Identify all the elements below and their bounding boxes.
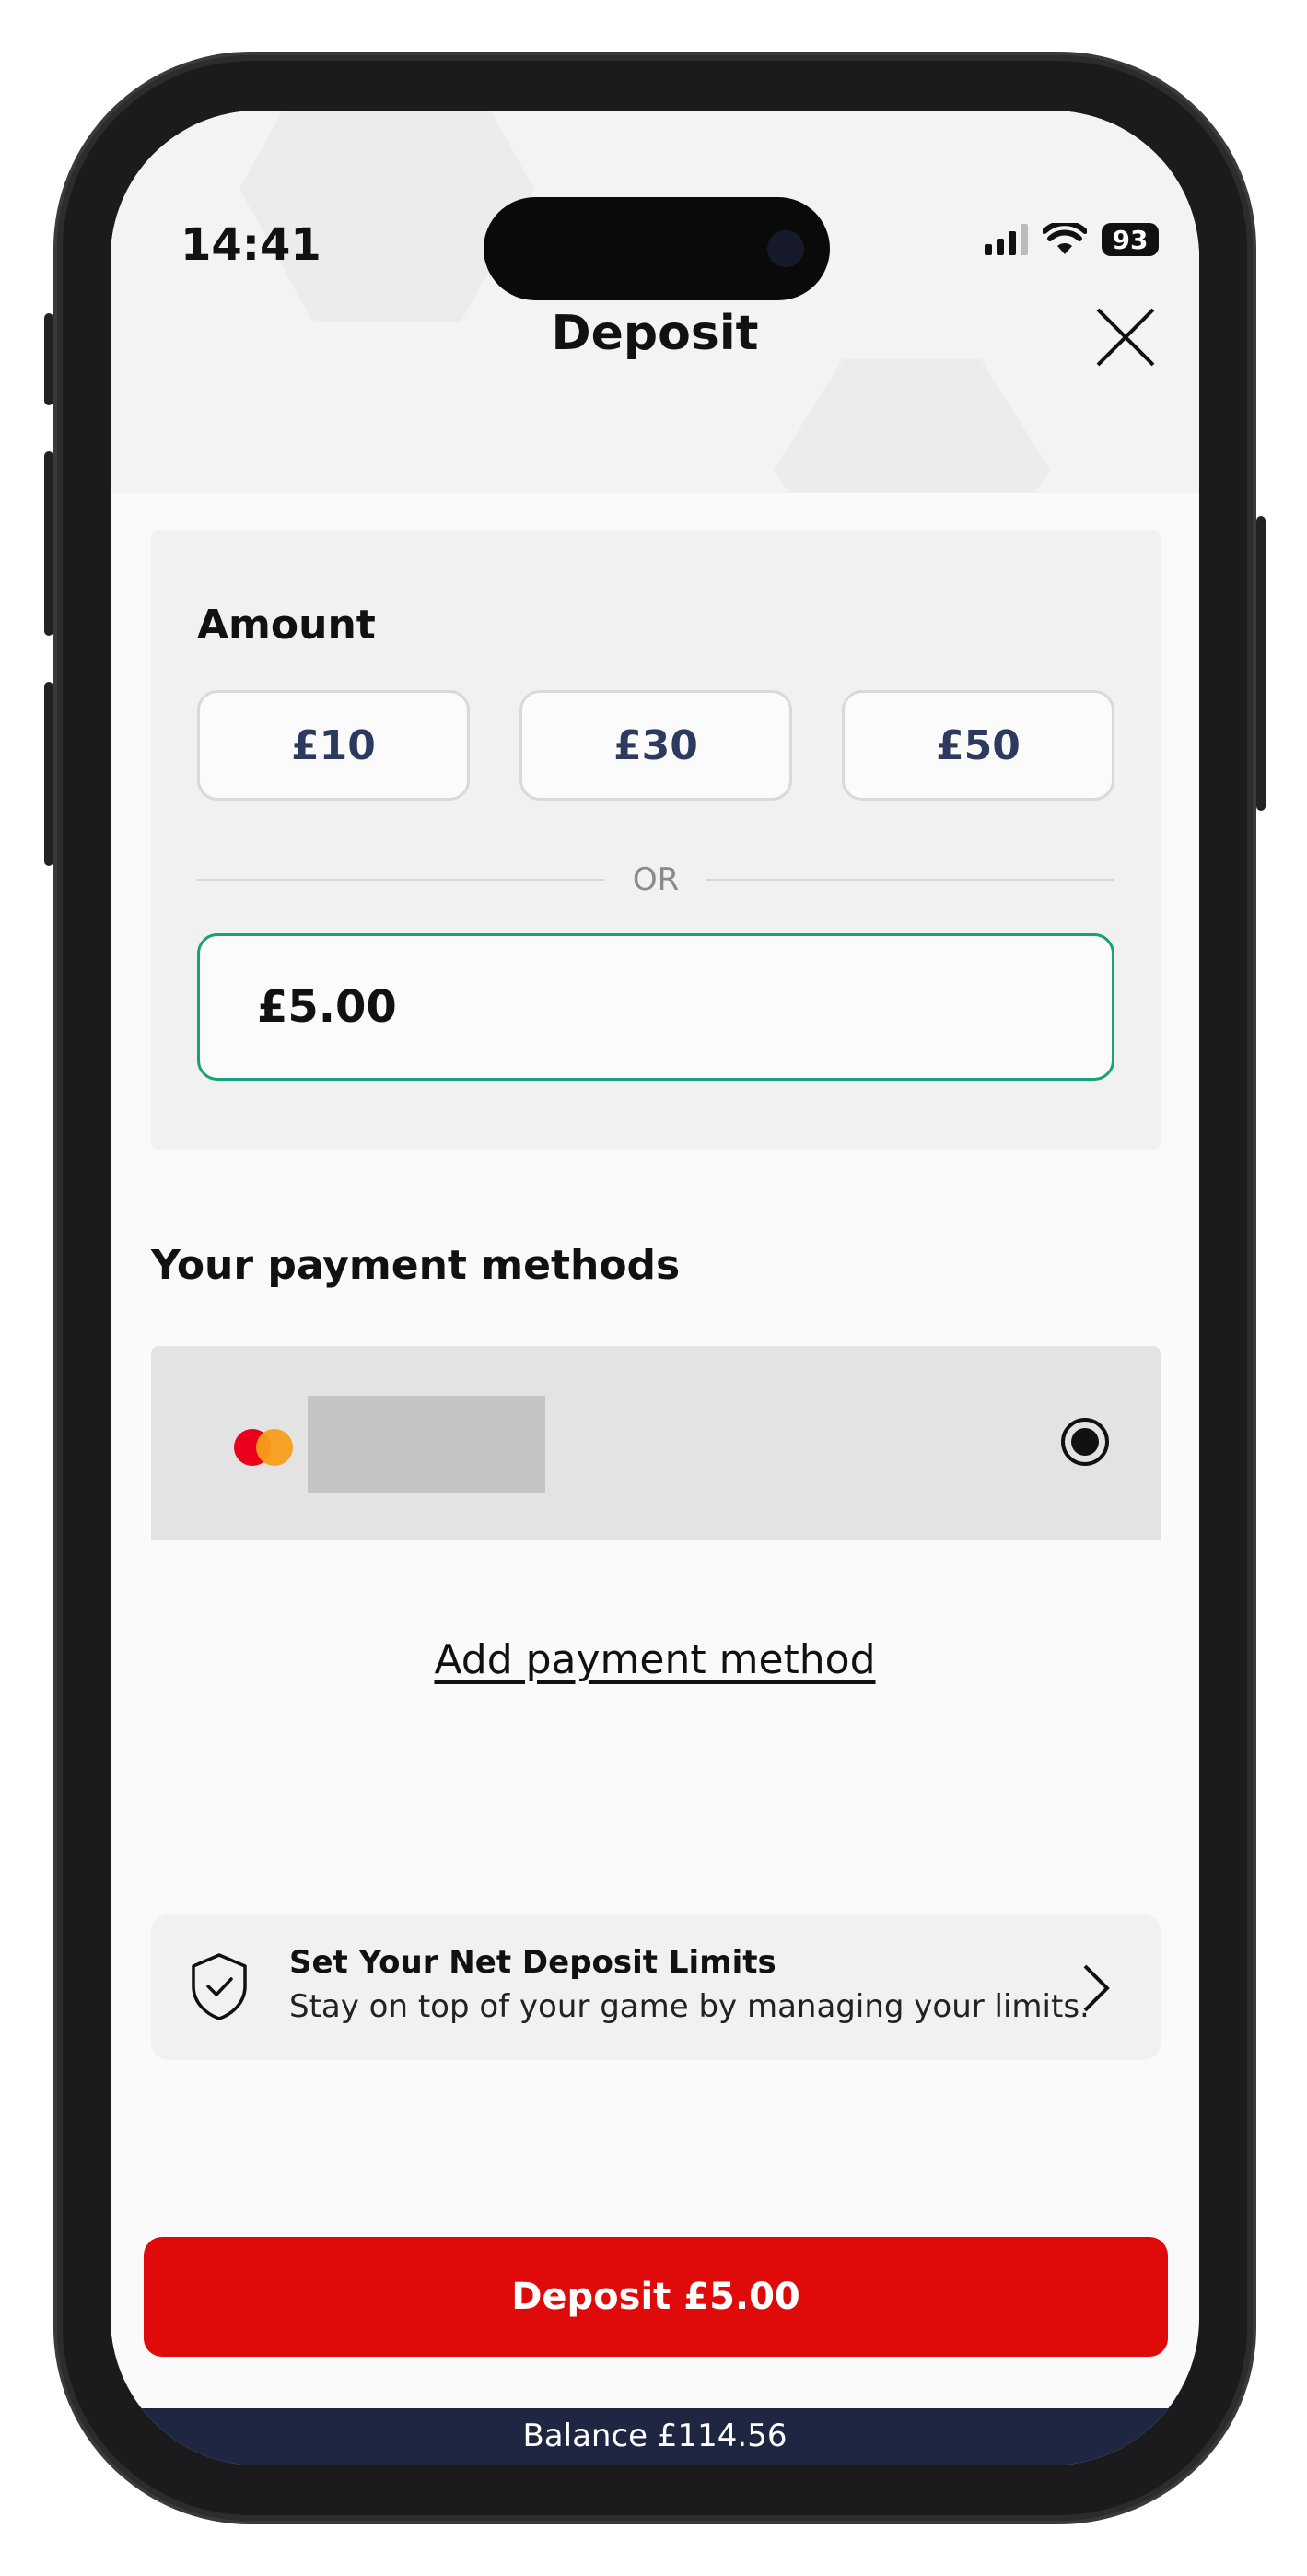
- limits-subtitle: Stay on top of your game by managing you…: [289, 1988, 1090, 2025]
- mastercard-icon: [234, 1429, 293, 1466]
- status-icons: 93: [985, 223, 1159, 256]
- amount-label: Amount: [197, 602, 376, 649]
- chevron-right-icon: [1083, 1964, 1110, 2012]
- radio-selected-icon[interactable]: [1061, 1418, 1109, 1466]
- balance-text: Balance £114.56: [522, 2418, 788, 2454]
- or-divider: OR: [197, 857, 1115, 903]
- screen: 14:41 93 Deposit Amount £10 £30 £50 OR £…: [111, 111, 1199, 2465]
- card-number-redacted: [308, 1396, 545, 1493]
- preset-50-button[interactable]: £50: [842, 690, 1114, 801]
- signal-icon: [985, 224, 1028, 255]
- phone-frame: 14:41 93 Deposit Amount £10 £30 £50 OR £…: [44, 55, 1266, 2521]
- or-text: OR: [632, 861, 680, 898]
- close-icon[interactable]: [1092, 304, 1159, 370]
- amount-input[interactable]: [197, 933, 1114, 1081]
- payment-method-row[interactable]: [151, 1346, 1161, 1540]
- page-title: Deposit: [551, 306, 759, 361]
- preset-10-button[interactable]: £10: [197, 690, 470, 801]
- deposit-button[interactable]: Deposit £5.00: [144, 2237, 1168, 2357]
- payment-methods-title: Your payment methods: [151, 1242, 681, 1289]
- add-payment-method-link[interactable]: Add payment method: [111, 1636, 1199, 1683]
- limits-title: Set Your Net Deposit Limits: [289, 1944, 776, 1981]
- deposit-limits-banner[interactable]: Set Your Net Deposit Limits Stay on top …: [151, 1914, 1161, 2060]
- preset-30-button[interactable]: £30: [519, 690, 792, 801]
- dynamic-island: [484, 197, 830, 300]
- battery-icon: 93: [1102, 223, 1159, 256]
- amount-card: Amount £10 £30 £50 OR: [151, 530, 1161, 1150]
- shield-check-icon: [192, 1953, 247, 2020]
- status-time: 14:41: [181, 219, 321, 271]
- header-background: [111, 111, 1199, 493]
- wifi-icon: [1043, 223, 1087, 254]
